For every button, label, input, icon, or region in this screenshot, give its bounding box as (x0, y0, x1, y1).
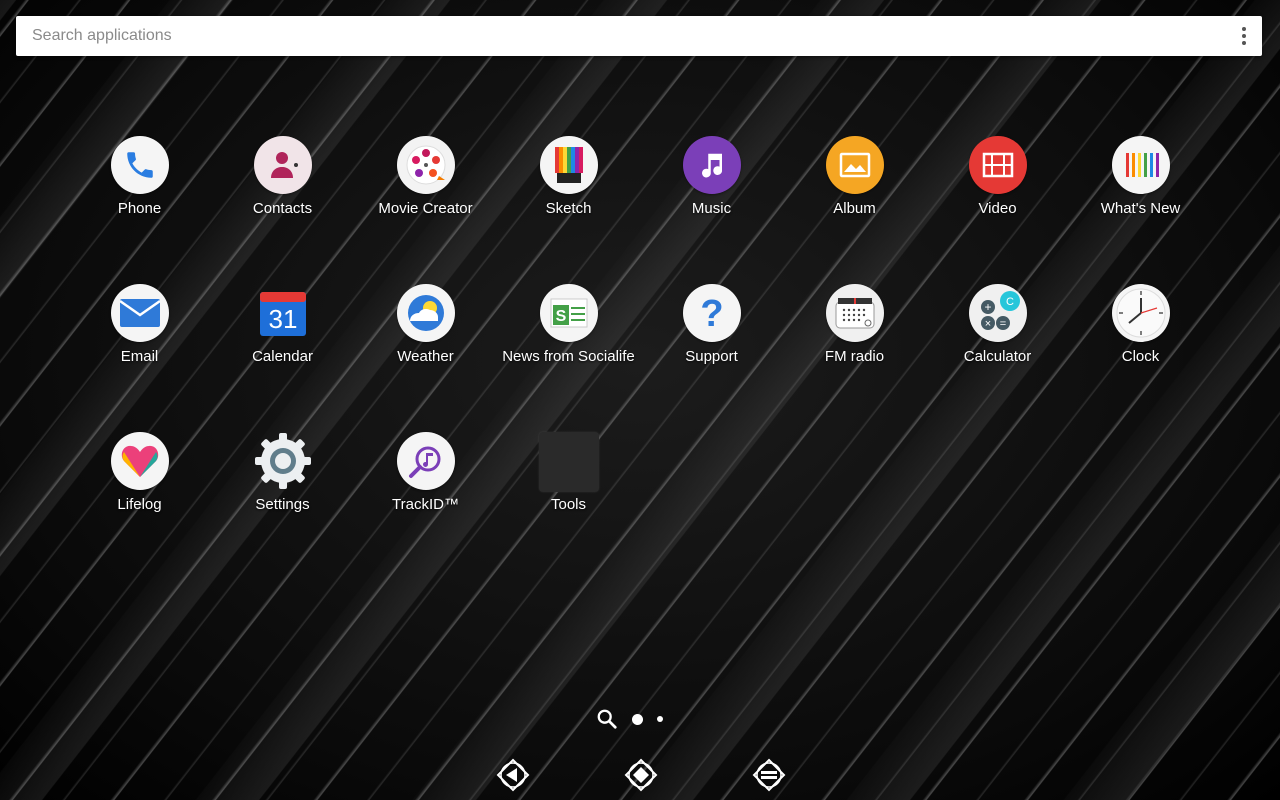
app-label: Video (978, 200, 1017, 217)
overflow-menu-icon[interactable] (1226, 16, 1262, 56)
app-lifelog[interactable]: Lifelog (68, 432, 211, 514)
app-label: Settings (255, 496, 310, 513)
page-indicator (596, 708, 663, 730)
app-fm-radio[interactable]: FM radio (783, 284, 926, 366)
search-bar[interactable] (16, 15, 1262, 57)
app-label: Phone (117, 200, 162, 217)
lifelog-icon (110, 432, 169, 490)
app-label: Sketch (545, 200, 592, 217)
recents-icon[interactable] (752, 758, 786, 792)
svg-text:=: = (999, 318, 1005, 330)
weather-icon (396, 284, 455, 342)
whats-new-icon (1111, 136, 1170, 194)
contacts-icon (253, 136, 312, 194)
home-icon[interactable] (624, 758, 658, 792)
settings-icon (254, 432, 312, 490)
app-weather[interactable]: Weather (354, 284, 497, 366)
svg-text:×: × (984, 318, 990, 330)
page-dot[interactable] (657, 716, 663, 722)
app-label: Movie Creator (378, 200, 473, 217)
fm-radio-icon (825, 284, 884, 342)
app-clock[interactable]: Clock (1069, 284, 1212, 366)
app-support[interactable]: ? Support (640, 284, 783, 366)
app-video[interactable]: Video (926, 136, 1069, 218)
app-label: FM radio (824, 348, 885, 365)
app-settings[interactable]: Settings (211, 432, 354, 514)
app-whats-new[interactable]: What's New (1069, 136, 1212, 218)
app-label: Clock (1121, 348, 1160, 365)
app-trackid[interactable]: TrackID™ (354, 432, 497, 514)
svg-text:?: ? (700, 293, 723, 333)
back-icon[interactable] (496, 758, 530, 792)
app-label: News from Socialife (502, 348, 635, 365)
search-input[interactable] (16, 15, 1226, 57)
app-label: Tools (550, 496, 587, 513)
app-calendar[interactable]: 31 Calendar (211, 284, 354, 366)
search-icon[interactable] (596, 708, 618, 730)
app-tools-folder[interactable]: Tools (497, 432, 640, 514)
app-socialife[interactable]: S News from Socialife (497, 284, 640, 366)
sketch-icon (539, 136, 598, 194)
app-label: Album (833, 200, 876, 217)
trackid-icon (396, 432, 455, 490)
clock-icon (1111, 284, 1170, 342)
app-phone[interactable]: Phone (68, 136, 211, 218)
app-label: Support (685, 348, 738, 365)
video-icon (968, 136, 1027, 194)
socialife-icon: S (539, 284, 598, 342)
app-email[interactable]: Email (68, 284, 211, 366)
app-label: Music (691, 200, 732, 217)
music-icon (682, 136, 741, 194)
svg-text:S: S (555, 308, 566, 325)
app-calculator[interactable]: + × = C Calculator (926, 284, 1069, 366)
navigation-bar (0, 758, 1280, 796)
album-icon (825, 136, 884, 194)
app-contacts[interactable]: Contacts (211, 136, 354, 218)
email-icon (110, 284, 169, 342)
app-label: Weather (397, 348, 454, 365)
app-label: What's New (1100, 200, 1181, 217)
app-label: TrackID™ (392, 496, 459, 513)
folder-icon (538, 432, 599, 492)
svg-text:+: + (984, 300, 991, 314)
phone-icon (110, 136, 169, 194)
support-icon: ? (682, 284, 741, 342)
app-label: Calendar (252, 348, 313, 365)
calculator-icon: + × = C (968, 284, 1027, 342)
app-label: Calculator (963, 348, 1032, 365)
app-label: Email (120, 348, 159, 365)
app-album[interactable]: Album (783, 136, 926, 218)
calendar-day: 31 (268, 304, 297, 334)
app-sketch[interactable]: Sketch (497, 136, 640, 218)
app-label: Lifelog (117, 496, 162, 513)
app-music[interactable]: Music (640, 136, 783, 218)
app-movie-creator[interactable]: Movie Creator (354, 136, 497, 218)
calendar-icon: 31 (254, 284, 312, 342)
page-dot-active[interactable] (632, 713, 643, 725)
svg-text:C: C (1006, 296, 1014, 308)
app-label: Contacts (252, 200, 313, 217)
movie-creator-icon (396, 136, 455, 194)
